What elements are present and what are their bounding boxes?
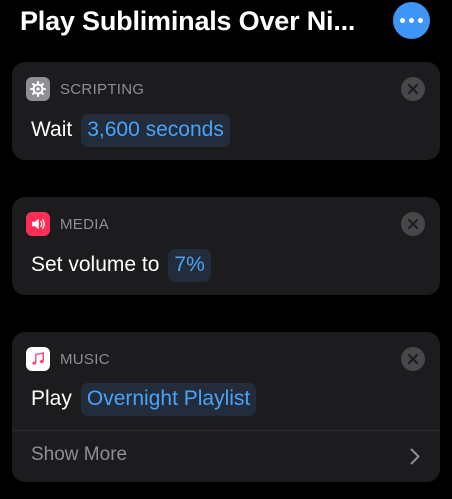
remove-action-button[interactable] [401, 77, 425, 101]
action-row: Wait 3,600 seconds [31, 113, 230, 147]
action-row: Play Overnight Playlist [31, 382, 257, 416]
page-title: Play Subliminals Over Ni... [20, 6, 356, 36]
close-icon [408, 219, 418, 229]
wait-duration-token[interactable]: 3,600 seconds [81, 113, 230, 147]
show-more-label: Show More [31, 444, 128, 465]
header: Play Subliminals Over Ni... [0, 0, 452, 48]
action-row: Set volume to 7% [31, 248, 211, 282]
gear-icon [26, 77, 50, 101]
action-card-header: MEDIA [26, 212, 109, 236]
app-label-media: MEDIA [60, 215, 110, 233]
ellipsis-icon [400, 18, 405, 23]
speaker-icon [26, 212, 50, 236]
action-text-wait: Wait [31, 118, 73, 141]
app-label-music: MUSIC [60, 350, 110, 368]
action-card-play-music[interactable]: MUSIC Play Overnight Playlist Show More [12, 332, 440, 482]
close-icon [408, 354, 418, 364]
chevron-right-icon [410, 448, 420, 465]
show-more-button[interactable]: Show More [12, 431, 440, 482]
app-label-scripting: SCRIPTING [60, 80, 145, 98]
action-text-play: Play [31, 387, 72, 410]
more-options-button[interactable] [393, 2, 430, 39]
action-card-header: SCRIPTING [26, 77, 144, 101]
ellipsis-dot [409, 18, 414, 23]
close-icon [408, 84, 418, 94]
playlist-token[interactable]: Overnight Playlist [80, 382, 257, 416]
volume-level-token[interactable]: 7% [168, 248, 211, 282]
action-text-set-volume: Set volume to [31, 253, 160, 276]
action-card-wait[interactable]: SCRIPTING Wait 3,600 seconds [12, 62, 440, 160]
remove-action-button[interactable] [401, 347, 425, 371]
remove-action-button[interactable] [401, 212, 425, 236]
music-note-icon [26, 347, 50, 371]
action-card-set-volume[interactable]: MEDIA Set volume to 7% [12, 197, 440, 295]
action-card-header: MUSIC [26, 347, 110, 371]
ellipsis-dot [418, 18, 423, 23]
